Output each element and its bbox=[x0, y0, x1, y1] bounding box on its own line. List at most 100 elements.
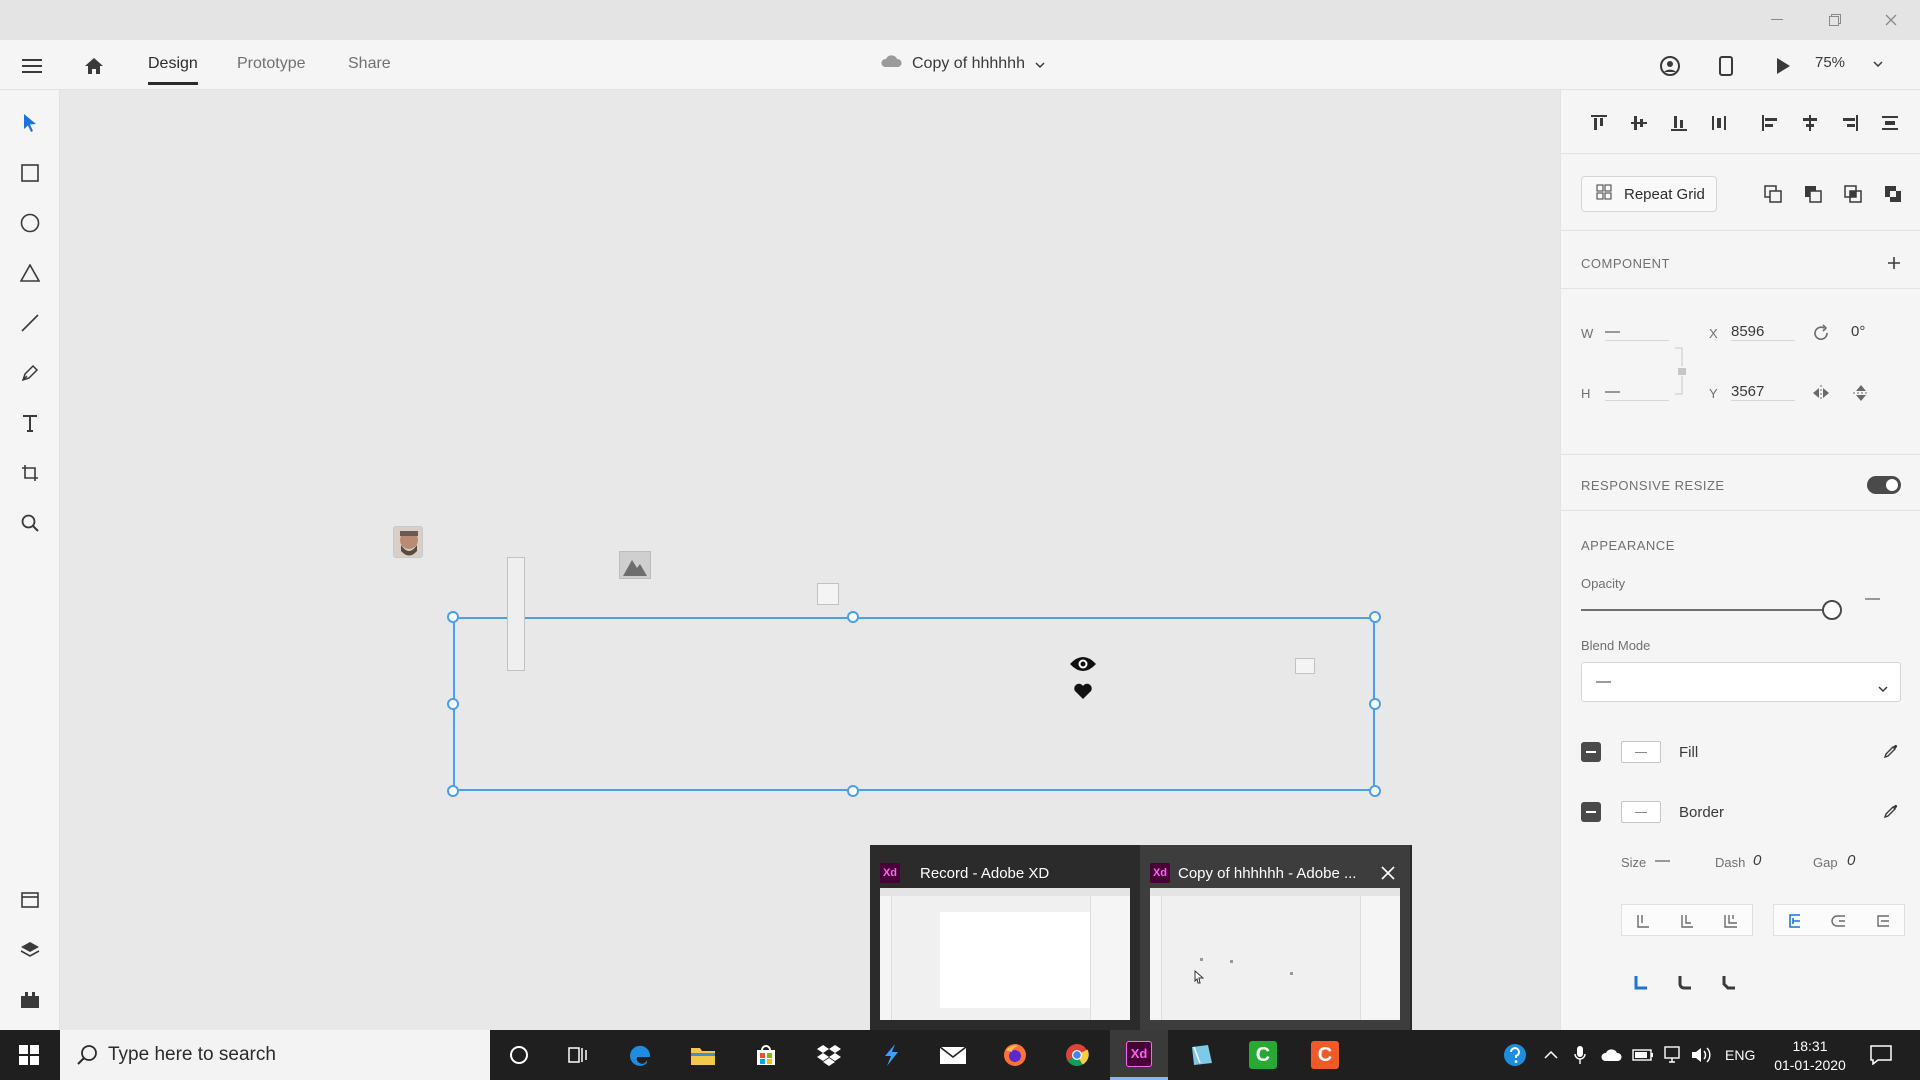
microphone-icon[interactable] bbox=[1574, 1030, 1586, 1080]
boolean-intersect-icon[interactable] bbox=[1840, 181, 1866, 207]
restore-icon[interactable] bbox=[1820, 8, 1850, 32]
onedrive-cloud-icon[interactable] bbox=[1600, 1030, 1622, 1080]
notification-center-icon[interactable] bbox=[1870, 1030, 1892, 1080]
align-bottom-icon[interactable] bbox=[1666, 110, 1692, 136]
width-field[interactable]: — bbox=[1605, 323, 1669, 341]
dropbox-icon[interactable] bbox=[800, 1030, 858, 1080]
eyedropper-icon[interactable] bbox=[1878, 798, 1904, 824]
rotation-field[interactable]: 0° bbox=[1851, 323, 1865, 340]
close-preview-icon[interactable] bbox=[1380, 865, 1396, 881]
border-gap-field[interactable]: 0 bbox=[1847, 852, 1855, 869]
line-tool-icon[interactable] bbox=[15, 308, 45, 338]
border-swatch[interactable] bbox=[1621, 801, 1661, 823]
distribute-horizontal-icon[interactable] bbox=[1877, 110, 1903, 136]
align-right-icon[interactable] bbox=[1837, 110, 1863, 136]
align-top-icon[interactable] bbox=[1586, 110, 1612, 136]
camtasia-orange-icon[interactable]: C bbox=[1296, 1030, 1354, 1080]
mountain-image-icon[interactable] bbox=[619, 551, 651, 579]
edge-browser-icon[interactable] bbox=[612, 1030, 670, 1080]
adobe-xd-icon[interactable]: Xd bbox=[1110, 1030, 1168, 1080]
resize-handle[interactable] bbox=[1369, 698, 1381, 710]
opacity-field[interactable]: — bbox=[1865, 590, 1880, 607]
battery-icon[interactable] bbox=[1632, 1030, 1654, 1080]
file-explorer-icon[interactable] bbox=[674, 1030, 732, 1080]
placeholder-element[interactable] bbox=[817, 583, 839, 605]
network-icon[interactable] bbox=[1662, 1030, 1682, 1080]
taskbar-search-input[interactable]: Type here to search bbox=[60, 1030, 490, 1080]
microsoft-store-icon[interactable] bbox=[737, 1030, 795, 1080]
device-preview-icon[interactable] bbox=[1710, 50, 1742, 82]
visual-studio-code-icon[interactable] bbox=[862, 1030, 920, 1080]
flip-horizontal-icon[interactable] bbox=[1808, 380, 1834, 406]
rectangle-tool-icon[interactable] bbox=[15, 158, 45, 188]
cortana-icon[interactable] bbox=[490, 1030, 548, 1080]
window-preview-record[interactable]: Xd Record - Adobe XD bbox=[870, 845, 1140, 1030]
outer-stroke-icon[interactable] bbox=[1826, 908, 1852, 934]
resize-handle[interactable] bbox=[1369, 785, 1381, 797]
responsive-resize-toggle[interactable] bbox=[1867, 476, 1901, 494]
camtasia-green-icon[interactable]: C bbox=[1234, 1030, 1292, 1080]
round-join-icon[interactable] bbox=[1672, 969, 1698, 995]
height-field[interactable]: — bbox=[1605, 383, 1669, 401]
tab-prototype[interactable]: Prototype bbox=[237, 55, 305, 73]
layers-panel-icon[interactable] bbox=[15, 935, 45, 965]
blend-mode-dropdown[interactable]: — bbox=[1581, 662, 1901, 702]
align-center-icon[interactable] bbox=[1797, 110, 1823, 136]
chrome-icon[interactable] bbox=[1048, 1030, 1106, 1080]
polygon-tool-icon[interactable] bbox=[15, 258, 45, 288]
home-icon[interactable] bbox=[78, 50, 110, 82]
play-icon[interactable] bbox=[1767, 50, 1799, 82]
tab-share[interactable]: Share bbox=[348, 55, 391, 73]
rotate-icon[interactable] bbox=[1808, 320, 1834, 346]
x-field[interactable]: 8596 bbox=[1731, 323, 1795, 341]
ellipse-tool-icon[interactable] bbox=[15, 208, 45, 238]
align-left-icon[interactable] bbox=[1757, 110, 1783, 136]
selection-group[interactable] bbox=[453, 617, 1375, 791]
align-middle-icon[interactable] bbox=[1626, 110, 1652, 136]
volume-icon[interactable] bbox=[1690, 1030, 1712, 1080]
clock[interactable]: 18:31 01-01-2020 bbox=[1770, 1030, 1850, 1080]
eyedropper-icon[interactable] bbox=[1878, 738, 1904, 764]
firefox-icon[interactable] bbox=[986, 1030, 1044, 1080]
placeholder-element[interactable] bbox=[1295, 658, 1315, 674]
bevel-join-icon[interactable] bbox=[1716, 969, 1742, 995]
text-tool-icon[interactable] bbox=[15, 408, 45, 438]
pen-tool-icon[interactable] bbox=[15, 358, 45, 388]
close-icon[interactable] bbox=[1876, 8, 1906, 32]
repeat-grid-button[interactable]: Repeat Grid bbox=[1581, 176, 1717, 212]
miter-join-icon[interactable] bbox=[1628, 969, 1654, 995]
resize-handle[interactable] bbox=[847, 785, 859, 797]
tab-design[interactable]: Design bbox=[148, 55, 198, 85]
minimize-icon[interactable] bbox=[1762, 8, 1792, 32]
distribute-vertical-icon[interactable] bbox=[1706, 110, 1732, 136]
scrollbar-element[interactable] bbox=[507, 557, 525, 671]
border-dash-field[interactable]: 0 bbox=[1753, 852, 1761, 869]
round-cap-icon[interactable] bbox=[1674, 908, 1700, 934]
zoom-dropdown[interactable]: 75% bbox=[1815, 54, 1883, 71]
y-field[interactable]: 3567 bbox=[1731, 383, 1795, 401]
eye-icon[interactable] bbox=[1068, 654, 1098, 674]
avatar-image[interactable] bbox=[393, 526, 423, 558]
chevron-up-icon[interactable] bbox=[1544, 1030, 1558, 1080]
help-icon[interactable] bbox=[1502, 1030, 1528, 1080]
boolean-exclude-icon[interactable] bbox=[1880, 181, 1906, 207]
inner-stroke-icon[interactable] bbox=[1782, 908, 1808, 934]
opacity-slider-track[interactable] bbox=[1581, 609, 1831, 611]
select-tool-icon[interactable] bbox=[15, 108, 45, 138]
document-title-menu[interactable]: Copy of hhhhhh bbox=[880, 54, 1045, 73]
opacity-slider-thumb[interactable] bbox=[1822, 600, 1842, 620]
fill-checkbox[interactable] bbox=[1581, 742, 1601, 762]
square-cap-icon[interactable] bbox=[1718, 908, 1744, 934]
hamburger-menu-icon[interactable] bbox=[16, 50, 48, 82]
heart-icon[interactable] bbox=[1073, 682, 1093, 700]
artboard-tool-icon[interactable] bbox=[15, 458, 45, 488]
notes-app-icon[interactable] bbox=[1172, 1030, 1230, 1080]
window-preview-copy[interactable]: Xd Copy of hhhhhh - Adobe ... bbox=[1140, 845, 1410, 1030]
share-user-icon[interactable] bbox=[1654, 50, 1686, 82]
resize-handle[interactable] bbox=[847, 611, 859, 623]
boolean-add-icon[interactable] bbox=[1760, 181, 1786, 207]
plugins-panel-icon[interactable] bbox=[15, 985, 45, 1015]
boolean-subtract-icon[interactable] bbox=[1800, 181, 1826, 207]
border-checkbox[interactable] bbox=[1581, 802, 1601, 822]
assets-panel-icon[interactable] bbox=[15, 885, 45, 915]
